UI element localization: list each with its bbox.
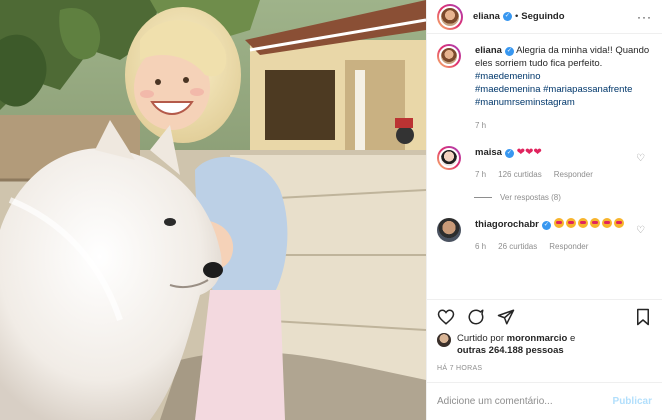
following-button[interactable]: Seguindo (521, 11, 564, 22)
post-details-panel: eliana ✓ • Seguindo ··· eliana ✓ Alegria … (426, 0, 662, 420)
comment-item: thiagorochabr ✓ 6 h 26 curtidas Responder… (437, 218, 652, 253)
post-photo[interactable] (0, 0, 426, 420)
comment-likes[interactable]: 126 curtidas (498, 168, 542, 181)
verified-badge-icon: ✓ (502, 12, 512, 21)
publish-button[interactable]: Publicar (613, 396, 652, 407)
caption-username[interactable]: eliana (475, 45, 502, 56)
add-comment-bar: Publicar (427, 382, 662, 420)
commenter-username[interactable]: thiagorochabr (475, 219, 539, 230)
commenter-avatar[interactable] (437, 218, 461, 242)
post-actions-bar (427, 299, 662, 333)
heart-eyes-emoji (553, 218, 564, 228)
post-header: eliana ✓ • Seguindo ··· (427, 0, 662, 34)
comments-list[interactable]: eliana ✓ Alegria da minha vida!! Quando e… (427, 34, 662, 299)
heart-emoji: ❤❤❤ (516, 147, 542, 158)
comment-time[interactable]: 7 h (475, 168, 486, 181)
comment-like-icon[interactable]: ♡ (636, 226, 646, 236)
heart-eyes-emoji (577, 218, 588, 228)
comment-like-icon[interactable]: ♡ (636, 154, 646, 164)
view-replies-button[interactable]: Ver respostas (8) (474, 193, 652, 202)
liked-by-username[interactable]: moronmarcio (507, 333, 568, 344)
hashtag-link[interactable]: #maedemenina (475, 84, 541, 95)
caption-time[interactable]: 7 h (475, 119, 486, 132)
hashtag-link[interactable]: #mariapassanafrente (543, 84, 632, 95)
verified-badge-icon: ✓ (504, 149, 514, 158)
verified-badge-icon: ✓ (504, 47, 514, 56)
bookmark-icon[interactable] (634, 308, 652, 326)
reply-button[interactable]: Responder (549, 240, 588, 253)
liked-by-conjunction: e (570, 333, 576, 344)
caption-author-avatar[interactable] (437, 44, 461, 68)
commenter-username[interactable]: maisa (475, 147, 502, 158)
liked-by-prefix: Curtido por (457, 333, 504, 344)
more-options-icon[interactable]: ··· (637, 10, 652, 24)
view-replies-label[interactable]: Ver respostas (8) (500, 193, 561, 202)
likes-summary: Curtido por moronmarcio e outras 264.188… (427, 333, 662, 357)
heart-eyes-emoji (565, 218, 576, 228)
post-timestamp[interactable]: HÁ 7 HORAS (427, 357, 662, 372)
separator-dot: • (514, 11, 519, 22)
comment-item: maisa ✓ ❤❤❤ 7 h 126 curtidas Responder ♡ (437, 146, 652, 181)
reply-button[interactable]: Responder (554, 168, 593, 181)
comment-time[interactable]: 6 h (475, 240, 486, 253)
likes-count-link[interactable]: outras 264.188 pessoas (457, 345, 564, 356)
replies-divider (474, 197, 492, 198)
liker-avatar[interactable] (437, 333, 451, 347)
heart-eyes-emoji (589, 218, 600, 228)
comment-likes[interactable]: 26 curtidas (498, 240, 537, 253)
author-username[interactable]: eliana (473, 11, 500, 22)
instagram-post-modal: eliana ✓ • Seguindo ··· eliana ✓ Alegria … (0, 0, 662, 420)
heart-eyes-emoji (613, 218, 624, 228)
add-comment-input[interactable] (437, 396, 613, 407)
commenter-avatar[interactable] (437, 146, 461, 170)
heart-outline-icon[interactable] (437, 308, 455, 326)
paper-plane-icon[interactable] (497, 308, 515, 326)
hashtag-link[interactable]: #maedemenino (475, 71, 541, 82)
heart-eyes-emoji (601, 218, 612, 228)
heart-eyes-emoji-group (553, 218, 626, 230)
hashtag-link[interactable]: #manumrseminstagram (475, 97, 575, 108)
verified-badge-icon: ✓ (541, 221, 551, 230)
author-avatar[interactable] (437, 3, 463, 30)
post-photo-image (0, 0, 426, 420)
comment-icon[interactable] (467, 308, 485, 326)
caption: eliana ✓ Alegria da minha vida!! Quando e… (437, 44, 652, 132)
